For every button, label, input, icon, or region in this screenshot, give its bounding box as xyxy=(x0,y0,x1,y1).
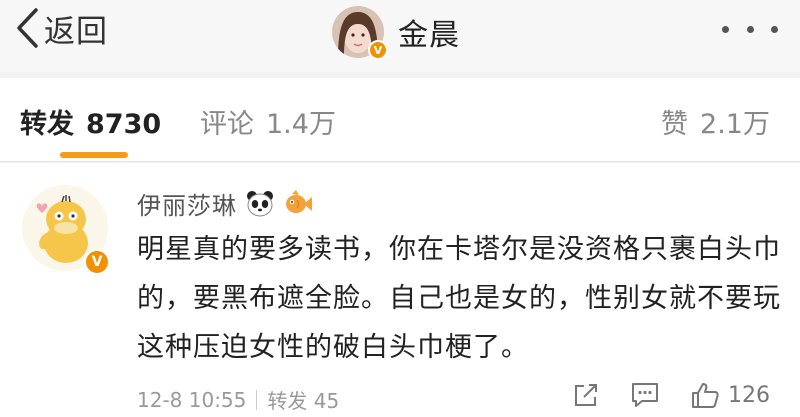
dot-icon xyxy=(746,25,754,33)
post-meta: 12-8 10:55 转发 45 xyxy=(137,385,339,414)
tab-repost-count: 8730 xyxy=(86,109,162,140)
like-count: 126 xyxy=(728,382,770,408)
back-label: 返回 xyxy=(44,13,108,50)
comment-button[interactable] xyxy=(630,381,660,409)
back-button[interactable]: 返回 xyxy=(14,4,108,52)
dot-icon xyxy=(771,25,778,33)
chevron-left-icon xyxy=(17,8,38,48)
thumbs-up-icon xyxy=(692,383,719,408)
comment-icon xyxy=(632,383,658,407)
author-name[interactable]: 伊丽莎琳 xyxy=(137,186,237,221)
tab-comment-count: 1.4万 xyxy=(266,109,336,140)
post-time: 12-8 10:55 xyxy=(137,387,247,412)
tab-comment-label: 评论 xyxy=(200,109,254,140)
profile-header[interactable]: V 金晨 xyxy=(332,6,460,60)
more-options-button[interactable] xyxy=(722,18,778,40)
dot-icon xyxy=(722,25,729,33)
repost-item: V 伊丽莎琳 明星真的要多读书，你在卡塔尔是没资格只裹白头巾的，要黑布遮全脸。自… xyxy=(0,163,800,417)
verified-badge-icon: V xyxy=(368,40,388,60)
tab-repost-label: 转发 xyxy=(20,109,74,140)
tab-like[interactable]: 赞 2.1万 xyxy=(661,102,770,141)
panda-icon xyxy=(247,191,273,217)
top-nav-bar: 返回 V 金晨 xyxy=(0,0,800,72)
author-row: 伊丽莎琳 xyxy=(137,185,313,221)
repost-count-link[interactable]: 转发 45 xyxy=(267,385,339,414)
share-icon xyxy=(575,384,597,406)
share-button[interactable] xyxy=(572,381,600,409)
avatar[interactable]: V xyxy=(22,185,110,275)
post-content: 明星真的要多读书，你在卡塔尔是没资格只裹白头巾的，要黑布遮全脸。自己也是女的，性… xyxy=(137,234,781,363)
tab-comment[interactable]: 评论 1.4万 xyxy=(200,102,336,141)
interaction-tabs: 转发 8730 评论 1.4万 赞 2.1万 xyxy=(0,78,800,162)
divider xyxy=(256,389,258,410)
tab-like-label: 赞 xyxy=(661,109,689,140)
verified-badge-icon: V xyxy=(84,249,110,275)
tab-repost[interactable]: 转发 8730 xyxy=(20,102,161,141)
post-actions: 126 xyxy=(572,377,770,413)
avatar[interactable]: V xyxy=(332,6,388,60)
tab-like-count: 2.1万 xyxy=(700,109,770,140)
active-tab-indicator xyxy=(60,152,128,158)
fish-icon xyxy=(286,190,312,213)
like-button[interactable]: 126 xyxy=(690,380,770,410)
header-username: 金晨 xyxy=(398,18,460,53)
